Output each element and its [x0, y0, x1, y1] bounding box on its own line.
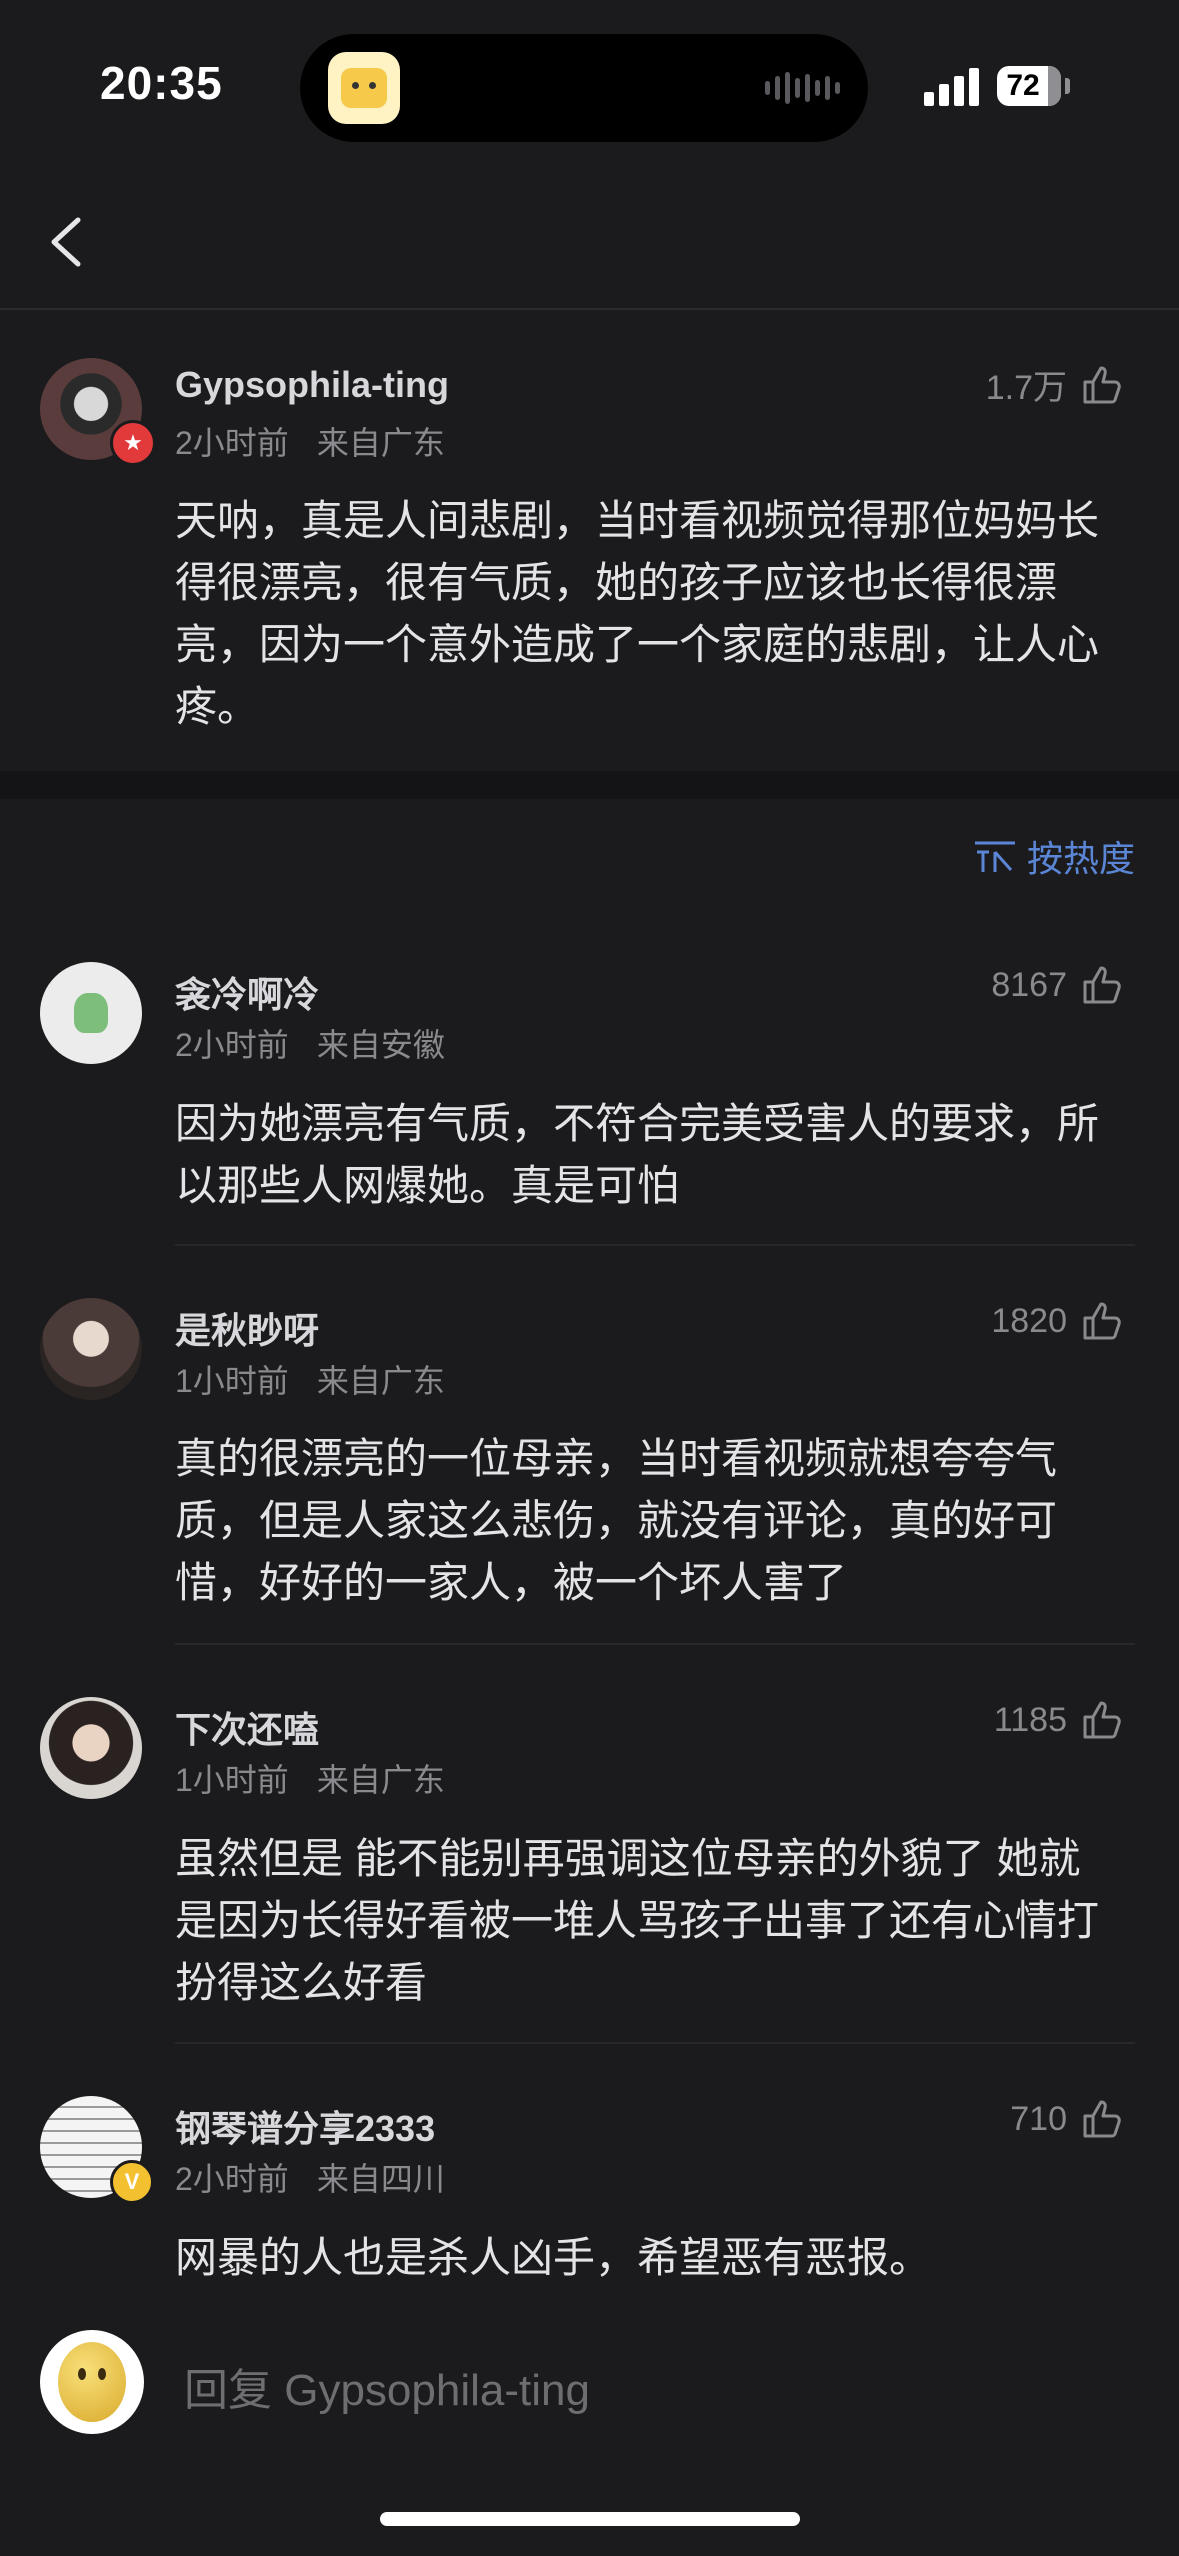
- status-time: 20:35: [100, 57, 223, 109]
- thumbs-up-icon: [1083, 1302, 1121, 1340]
- like-button[interactable]: 710: [1010, 2098, 1123, 2140]
- divider: [175, 2042, 1135, 2044]
- app-activity-icon: [328, 52, 400, 124]
- reply-meta: 2小时前 来自四川: [175, 2154, 445, 2200]
- dynamic-island[interactable]: [300, 34, 868, 142]
- thumbs-up-icon: [1083, 966, 1121, 1004]
- comment-time: 2小时前: [175, 425, 289, 461]
- reply-text: 真的很漂亮的一位母亲，当时看视频就想夸夸气质，但是人家这么悲伤，就没有评论，真的…: [175, 1435, 1058, 1606]
- reply-text: 因为她漂亮有气质，不符合完美受害人的要求，所以那些人网爆她。真是可怕: [175, 1100, 1100, 1209]
- reply-username[interactable]: 是秋眇呀: [175, 1302, 319, 1354]
- avatar[interactable]: [40, 1697, 142, 1799]
- divider: [175, 1244, 1135, 1246]
- sort-button[interactable]: 按热度: [973, 830, 1135, 882]
- battery-cap: [1065, 78, 1070, 94]
- thumbs-up-icon: [1083, 1701, 1121, 1739]
- reply-bar: 回复 Gypsophila-ting: [0, 2310, 1179, 2460]
- like-count: 710: [1010, 2099, 1067, 2138]
- like-button[interactable]: 1820: [991, 1300, 1123, 1342]
- comment-meta: 2小时前 来自广东: [175, 418, 445, 464]
- battery-icon: 72: [997, 66, 1061, 106]
- audio-waveform-icon: [765, 72, 840, 104]
- thumbs-up-icon: [1083, 2100, 1121, 2138]
- nav-bar: [0, 180, 1179, 310]
- home-indicator[interactable]: [380, 2512, 800, 2526]
- reply-time: 1小时前: [175, 1363, 289, 1399]
- reply-input[interactable]: 回复 Gypsophila-ting: [184, 2354, 590, 2418]
- like-button[interactable]: 8167: [991, 964, 1123, 1006]
- reply-time: 1小时前: [175, 1762, 289, 1798]
- reply-time: 2小时前: [175, 2161, 289, 2197]
- like-count: 1185: [993, 1700, 1067, 1739]
- like-count: 1.7万: [985, 369, 1067, 407]
- reply-location: 来自安徽: [316, 1027, 445, 1063]
- avatar[interactable]: [40, 1298, 142, 1400]
- reply-meta: 1小时前 来自广东: [175, 1356, 445, 1402]
- cellular-signal-icon: [924, 68, 979, 106]
- reply-username[interactable]: 衾冷啊冷: [175, 966, 319, 1018]
- comment-location: 来自广东: [316, 425, 445, 461]
- reply-text: 网暴的人也是杀人凶手，希望恶有恶报。: [175, 2234, 932, 2281]
- like-button[interactable]: 1.7万: [986, 360, 1123, 409]
- like-count: 1820: [991, 1301, 1067, 1340]
- status-bar: 20:35 72: [0, 0, 1179, 160]
- reply-meta: 2小时前 来自安徽: [175, 1020, 445, 1066]
- like-button[interactable]: 1185: [994, 1699, 1123, 1741]
- section-divider: [0, 771, 1179, 799]
- avatar[interactable]: [40, 962, 142, 1064]
- sort-lines-icon: [974, 841, 1015, 872]
- my-avatar[interactable]: [40, 2330, 144, 2434]
- thumbs-up-icon: [1083, 366, 1121, 403]
- verified-badge-icon: V: [110, 2160, 154, 2204]
- like-count: 8167: [991, 965, 1067, 1004]
- comment-text: 天呐，真是人间悲剧，当时看视频觉得那位妈妈长得很漂亮，很有气质，她的孩子应该也长…: [175, 497, 1100, 730]
- sort-label: 按热度: [1026, 838, 1135, 879]
- battery-level: 72: [1006, 69, 1040, 102]
- reply-location: 来自广东: [316, 1363, 445, 1399]
- chevron-left-icon: [51, 217, 81, 267]
- back-button[interactable]: [36, 212, 96, 272]
- reply-text: 虽然但是 能不能别再强调这位母亲的外貌了 她就是因为长得好看被一堆人骂孩子出事了…: [175, 1835, 1100, 2006]
- reply-time: 2小时前: [175, 1027, 289, 1063]
- reply-username[interactable]: 下次还嗑: [175, 1701, 319, 1753]
- reply-location: 来自广东: [316, 1762, 445, 1798]
- reply-username[interactable]: 钢琴谱分享2333: [175, 2100, 435, 2152]
- comment-username[interactable]: Gypsophila-ting: [175, 364, 449, 406]
- divider: [175, 1643, 1135, 1645]
- smiley-icon: [58, 2342, 126, 2422]
- reply-location: 来自四川: [316, 2161, 445, 2197]
- reply-meta: 1小时前 来自广东: [175, 1755, 445, 1801]
- verified-badge-icon: ★: [110, 420, 156, 466]
